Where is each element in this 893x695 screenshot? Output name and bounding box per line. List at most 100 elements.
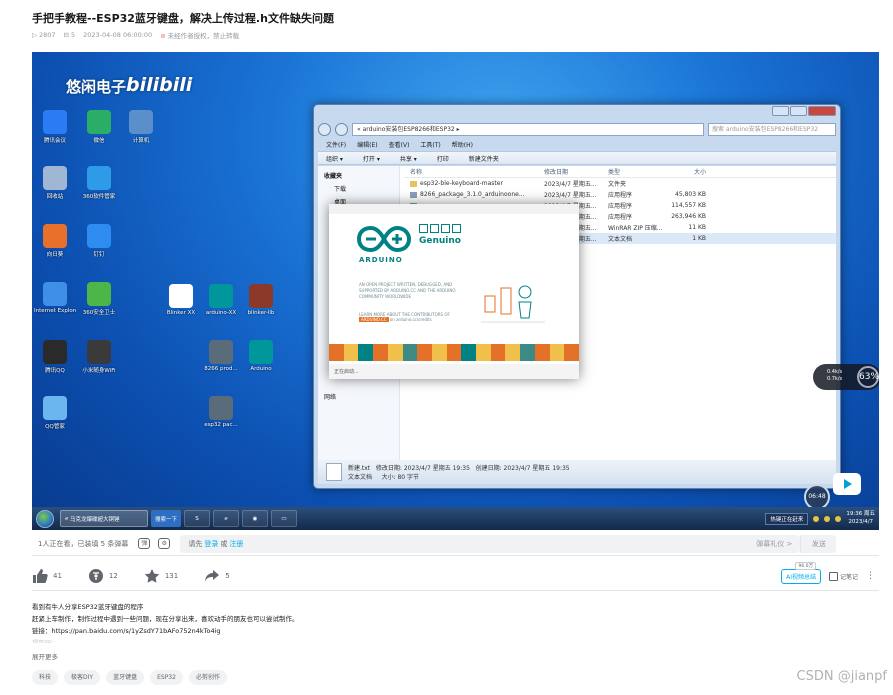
taskbar-search[interactable]: 搜索一下 [151, 510, 181, 527]
register-link[interactable]: 注册 [229, 539, 243, 549]
col-size[interactable]: 大小 [670, 167, 706, 176]
tray-icon[interactable] [813, 515, 820, 522]
print-button[interactable]: 打印 [437, 154, 449, 163]
coin-button[interactable]: 12 [88, 568, 118, 584]
tag-esp32[interactable]: ESP32 [150, 670, 183, 685]
details-modified: 修改日期: 2023/4/7 星期五 19:35 [375, 465, 470, 472]
desktop-icon[interactable]: 小米随身WiFi [78, 340, 120, 374]
tv-icon[interactable] [833, 473, 861, 495]
app-icon [129, 110, 153, 134]
desktop-icon[interactable]: Arduino [240, 340, 282, 372]
desktop-icon[interactable]: 向日葵 [34, 224, 76, 258]
back-button[interactable] [318, 122, 331, 136]
taskbar-app-4[interactable]: ▭ [271, 510, 297, 527]
desktop-icon[interactable]: Blinker XX [160, 284, 202, 316]
desktop-icon[interactable]: 腾讯QQ [34, 340, 76, 374]
desktop-icon[interactable]: 计算机 [120, 110, 162, 144]
nav-favorites[interactable]: 收藏夹 [318, 169, 399, 182]
coin-icon [88, 569, 103, 583]
take-notes-button[interactable]: 记笔记 [829, 572, 858, 581]
close-button[interactable] [808, 106, 836, 116]
col-name[interactable]: 名称 [404, 167, 544, 176]
desktop-icon-label: 向日葵 [46, 252, 64, 258]
tag-tech[interactable]: 科技 [32, 670, 59, 685]
danmaku-icon: ⊟ [63, 31, 69, 39]
star-icon [144, 569, 160, 583]
desktop-icon[interactable]: 回收站 [34, 166, 76, 200]
desktop-icon-label: 8266 prod... [204, 366, 238, 372]
desktop-icon[interactable]: 微信 [78, 110, 120, 144]
new-folder-button[interactable]: 新建文件夹 [469, 154, 499, 163]
expand-more-link[interactable]: 展开更多 [32, 651, 58, 661]
col-type[interactable]: 类型 [608, 167, 670, 176]
tray-icon[interactable] [824, 515, 831, 522]
desktop-icon[interactable]: 8266 prod... [200, 340, 242, 372]
upload-speed: 0.4k/s [827, 369, 843, 375]
col-date[interactable]: 修改日期 [544, 167, 608, 176]
tag-bluetooth-keyboard[interactable]: 蓝牙键盘 [106, 670, 145, 685]
maximize-button[interactable] [790, 106, 807, 116]
desktop-icon-label: QQ管家 [45, 424, 65, 430]
app-icon [43, 166, 67, 190]
share-menu-button[interactable]: 共享 ▾ [400, 154, 417, 163]
more-options-icon[interactable]: ⋮ [866, 571, 875, 581]
app-icon [43, 110, 67, 134]
tray-hotkey-button[interactable]: 热键正在赶来 [765, 512, 809, 525]
nav-network[interactable]: 网络 [318, 390, 342, 403]
like-button[interactable]: 41 [32, 568, 62, 584]
strip-tile [446, 344, 462, 361]
menu-tools[interactable]: 工具(T) [420, 140, 440, 149]
taskbar-app-2[interactable]: ℯ [213, 510, 239, 527]
menu-help[interactable]: 帮助(H) [452, 140, 473, 149]
menu-view[interactable]: 查看(V) [389, 140, 410, 149]
tag-list: 科技 极客DIY 蓝牙键盘 ESP32 必剪创作 [32, 670, 227, 685]
taskbar-app-1[interactable]: S [184, 510, 210, 527]
taskbar-ie-window[interactable]: ℯ 马克龙爆碟超大铜锤 [60, 510, 148, 527]
details-name: 新建.txt [348, 465, 371, 472]
file-row[interactable]: 8266_package_3.1.0_arduinoone... 2023/4/7… [404, 189, 836, 200]
strip-tile [417, 344, 432, 361]
favorite-button[interactable]: 131 [144, 568, 178, 584]
minimize-button[interactable] [772, 106, 789, 116]
video-player[interactable]: 腾讯会议 微信 计算机回收站 360软件管家向日葵 钉钉 Internet Explore… [32, 52, 879, 530]
play-icon: ▷ [32, 31, 37, 39]
strip-tile [373, 344, 388, 361]
organize-button[interactable]: 组织 ▾ [326, 154, 343, 163]
danmaku-settings-icon[interactable]: ⚙ [158, 538, 171, 549]
system-clock[interactable]: 19:36 周五 2023/4/7 [846, 511, 875, 525]
cpu-usage: 63% [857, 366, 879, 388]
desktop-icon[interactable]: 360安全卫士 [78, 282, 120, 316]
tag-geek-diy[interactable]: 极客DIY [64, 670, 101, 685]
danmaku-input[interactable]: 请先 登录 或 注册 弹幕礼仪 > [180, 534, 801, 553]
open-button[interactable]: 打开 ▾ [363, 154, 380, 163]
tag-bijian[interactable]: 必剪创作 [188, 670, 227, 685]
desktop-icon[interactable]: esp32 pac... [200, 396, 242, 428]
file-row[interactable]: esp32-ble-keyboard-master 2023/4/7 星期五...… [404, 178, 836, 189]
desktop-icon[interactable]: arduino-XX [200, 284, 242, 316]
danmaku-toggle-icon[interactable]: 弹 [138, 538, 151, 549]
file-type: 应用程序 [608, 203, 633, 210]
desktop-icon[interactable]: Internet Explorer [34, 282, 76, 314]
login-link[interactable]: 登录 [204, 539, 218, 549]
description-line[interactable]: 链接：https://pan.baidu.com/s/1yZsdY71bAFo7… [32, 625, 732, 637]
taskbar-app-3[interactable]: ◉ [242, 510, 268, 527]
nav-downloads[interactable]: 下载 [318, 182, 399, 195]
ai-summary-button[interactable]: 96.0万 AI视频总结 [781, 561, 821, 584]
desktop-icon[interactable]: 钉钉 [78, 224, 120, 258]
share-button[interactable]: 5 [204, 568, 230, 584]
danmaku-etiquette-link[interactable]: 弹幕礼仪 > [756, 539, 792, 549]
tray-icon[interactable] [835, 515, 842, 522]
network-speed-widget[interactable]: 0.4k/s 0.7k/s 63% [813, 364, 879, 390]
start-button[interactable] [36, 509, 54, 528]
desktop-icon[interactable]: blinker-lib [240, 284, 282, 316]
menu-file[interactable]: 文件(F) [326, 140, 346, 149]
desktop-icon[interactable]: QQ管家 [34, 396, 76, 430]
menu-edit[interactable]: 编辑(E) [357, 140, 377, 149]
forward-button[interactable] [335, 122, 348, 136]
desktop-icon[interactable]: 腾讯会议 [34, 110, 76, 144]
send-danmaku-button[interactable]: 发送 [800, 534, 837, 553]
desktop-icon[interactable]: 360软件管家 [78, 166, 120, 200]
address-bar[interactable]: « arduino安装包ESP8266和ESP32 ▸ [352, 122, 704, 136]
explorer-search[interactable]: 搜索 arduino安装包ESP8266和ESP32 [708, 122, 836, 136]
app-icon [87, 340, 111, 364]
